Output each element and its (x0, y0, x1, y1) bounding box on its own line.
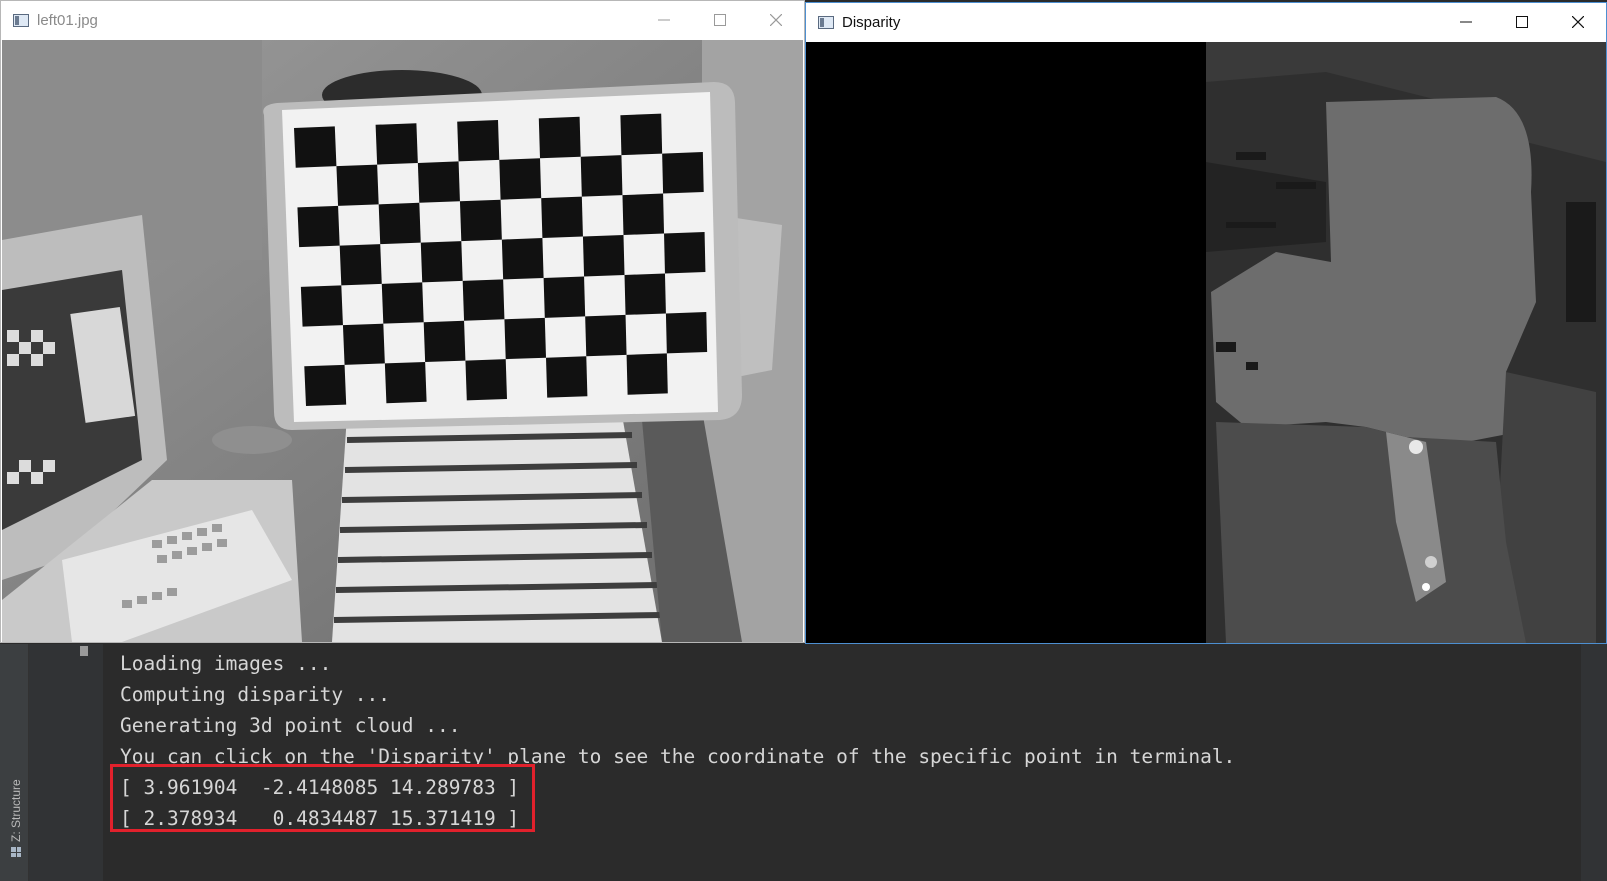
chessboard-square (582, 235, 625, 277)
terminal-line: Generating 3d point cloud ... (120, 714, 461, 737)
chessboard-square (457, 120, 500, 162)
scroll-marker (80, 646, 88, 656)
image-window-disparity[interactable]: Disparity (805, 2, 1607, 644)
chessboard-square (459, 199, 502, 242)
structure-tool-tab[interactable]: Z: Structure (7, 767, 25, 857)
chessboard-square (294, 126, 337, 168)
close-button[interactable] (748, 1, 804, 39)
terminal-output: Loading images ... Computing disparity ..… (120, 648, 1235, 834)
chessboard-square (417, 161, 460, 203)
terminal-scrollbar[interactable] (1581, 644, 1607, 881)
maximize-button[interactable] (692, 1, 748, 39)
chessboard-square (585, 314, 627, 357)
terminal-line: Computing disparity ... (120, 683, 391, 706)
minimize-button[interactable] (1438, 3, 1494, 41)
app-window-icon (818, 15, 834, 29)
chessboard-square (420, 241, 463, 283)
terminal-line: Loading images ... (120, 652, 332, 675)
chessboard-square (336, 164, 379, 206)
close-icon (770, 14, 782, 26)
chessboard-square (384, 362, 427, 404)
app-window-icon (13, 13, 29, 27)
minimize-icon (1460, 21, 1472, 23)
maximize-icon (1516, 16, 1528, 28)
terminal-gutter (29, 644, 103, 881)
terminal-coordinate-line: [ 2.378934 0.4834487 15.371419 ] (120, 807, 520, 830)
chessboard-square (300, 285, 343, 327)
minimize-icon (658, 19, 670, 21)
chessboard-square (423, 320, 466, 362)
chessboard-square (546, 356, 588, 398)
left-camera-image (2, 40, 803, 642)
chessboard-square (665, 312, 708, 354)
chessboard-square (622, 193, 665, 236)
chessboard-square (465, 359, 507, 401)
chessboard-square (504, 317, 546, 360)
disparity-image (806, 42, 1606, 643)
chessboard-photo (2, 40, 803, 642)
chessboard-square (499, 158, 542, 200)
title-bar[interactable]: left01.jpg (1, 1, 804, 39)
disparity-map[interactable] (806, 42, 1606, 643)
chessboard-square (304, 364, 347, 406)
window-title: Disparity (842, 13, 901, 31)
title-bar[interactable]: Disparity (806, 3, 1606, 41)
chessboard-square (501, 238, 544, 280)
chessboard-square (378, 202, 421, 245)
terminal-line: You can click on the 'Disparity' plane t… (120, 745, 1236, 768)
image-window-left01[interactable]: left01.jpg (0, 0, 805, 643)
chessboard-square (462, 279, 505, 321)
chessboard-square (626, 353, 668, 395)
window-title: left01.jpg (37, 11, 98, 29)
chessboard-square (662, 152, 704, 194)
chessboard-square (342, 323, 385, 365)
chessboard-square (375, 123, 418, 165)
chessboard-square (381, 282, 424, 324)
terminal-coordinate-line: [ 3.961904 -2.4148085 14.289783 ] (120, 776, 520, 799)
run-terminal-panel[interactable]: Loading images ... Computing disparity ..… (0, 644, 1607, 881)
chessboard-square (339, 244, 382, 286)
chessboard-square (664, 232, 706, 274)
close-icon (1572, 16, 1584, 28)
chessboard-square (297, 205, 340, 248)
chessboard-square (538, 116, 581, 159)
chessboard-square (620, 113, 663, 156)
maximize-icon (714, 14, 726, 26)
chessboard-square (543, 276, 586, 318)
minimize-button[interactable] (636, 1, 692, 39)
chessboard-square (541, 196, 583, 239)
chessboard-square (580, 155, 623, 197)
structure-icon (11, 847, 21, 857)
close-button[interactable] (1550, 3, 1606, 41)
maximize-button[interactable] (1494, 3, 1550, 41)
structure-tab-label: Z: Structure (9, 779, 23, 842)
chessboard-square (624, 273, 666, 315)
